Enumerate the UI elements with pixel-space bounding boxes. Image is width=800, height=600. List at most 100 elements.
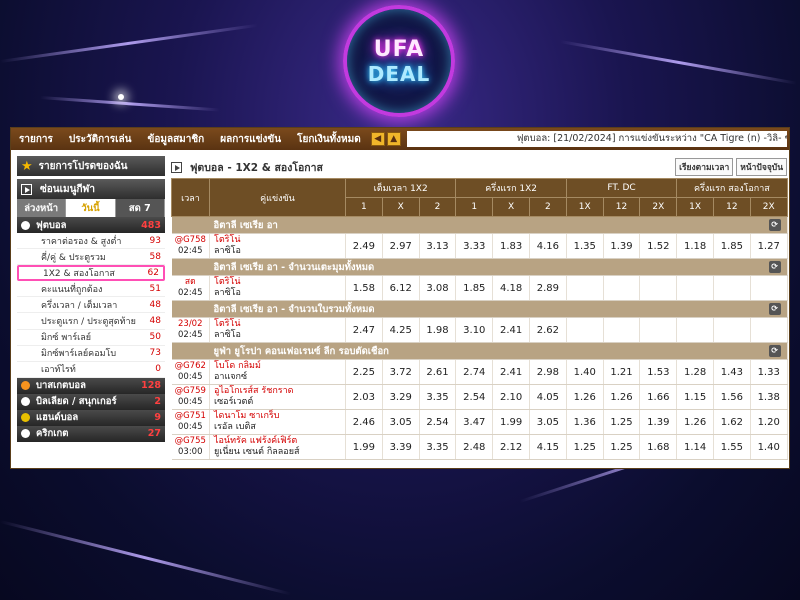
tab-today[interactable]: วันนี้ bbox=[66, 199, 116, 217]
odds-cell[interactable]: 1.62 bbox=[713, 409, 751, 435]
odds-cell[interactable]: 1.25 bbox=[603, 409, 641, 435]
odds-cell[interactable]: 2.74 bbox=[455, 359, 494, 385]
away-team[interactable]: เซอร์เวตต์ bbox=[214, 397, 345, 408]
odds-cell[interactable]: 1.52 bbox=[639, 233, 678, 259]
odds-cell[interactable]: 1.99 bbox=[492, 409, 530, 435]
odds-cell[interactable]: 2.61 bbox=[419, 359, 457, 385]
sidebar-sub-item[interactable]: ครึ่งเวลา / เต็มเวลา 48 bbox=[17, 297, 165, 314]
odds-cell[interactable]: 1.25 bbox=[566, 434, 604, 460]
odds-cell[interactable]: 1.21 bbox=[603, 359, 641, 385]
odds-cell[interactable]: 3.39 bbox=[382, 434, 420, 460]
odds-cell[interactable]: 1.40 bbox=[750, 434, 788, 460]
odds-cell[interactable]: 1.56 bbox=[713, 384, 751, 410]
odds-cell[interactable]: 1.35 bbox=[566, 233, 604, 259]
odds-cell[interactable]: 1.26 bbox=[603, 384, 641, 410]
odds-cell[interactable]: 1.14 bbox=[676, 434, 714, 460]
odds-cell[interactable]: 3.29 bbox=[382, 384, 420, 410]
odds-cell[interactable]: 1.58 bbox=[345, 275, 383, 301]
odds-cell[interactable]: 2.12 bbox=[492, 434, 530, 460]
sidebar-sub-item[interactable]: คะแนนที่ถูกต้อง 51 bbox=[17, 281, 165, 298]
odds-cell[interactable]: 1.39 bbox=[603, 233, 641, 259]
arrow-up-icon[interactable]: ▲ bbox=[386, 132, 401, 146]
home-team[interactable]: โตริโน่ bbox=[214, 235, 345, 246]
home-team[interactable]: โตริโน่ bbox=[214, 277, 345, 288]
odds-cell[interactable]: 1.25 bbox=[603, 434, 641, 460]
odds-cell[interactable]: 1.98 bbox=[419, 317, 457, 343]
favorites-button[interactable]: ★ รายการโปรดของฉัน bbox=[17, 156, 165, 176]
tab-early[interactable]: ล่วงหน้า bbox=[17, 199, 67, 217]
odds-cell[interactable]: 2.41 bbox=[492, 317, 530, 343]
odds-cell[interactable]: 4.18 bbox=[492, 275, 530, 301]
odds-cell[interactable]: 1.38 bbox=[750, 384, 788, 410]
sidebar-sub-item[interactable]: มิกซ์พาร์เลย์คอมโบ 73 bbox=[17, 346, 165, 362]
nav-member-info[interactable]: ข้อมูลสมาชิก bbox=[140, 132, 213, 147]
odds-cell[interactable]: 3.10 bbox=[455, 317, 494, 343]
refresh-icon[interactable]: ⟳ bbox=[768, 345, 781, 357]
odds-cell[interactable]: 2.25 bbox=[345, 359, 383, 385]
odds-cell[interactable]: 4.16 bbox=[529, 233, 567, 259]
home-team[interactable]: ไดนาโม ซาเกร็บ bbox=[214, 411, 345, 422]
odds-cell[interactable]: 1.26 bbox=[566, 384, 604, 410]
odds-cell[interactable]: 2.97 bbox=[382, 233, 420, 259]
odds-cell[interactable]: 2.10 bbox=[492, 384, 530, 410]
sidebar-item-cricket[interactable]: คริกเกต 27 bbox=[17, 425, 165, 442]
odds-cell[interactable]: 1.26 bbox=[676, 409, 714, 435]
odds-cell[interactable]: 1.33 bbox=[750, 359, 788, 385]
home-team[interactable]: อูไอโกเรส์ส รัชกราด bbox=[214, 386, 345, 397]
away-team[interactable]: ลาซิโอ bbox=[214, 288, 345, 299]
odds-cell[interactable]: 2.46 bbox=[345, 409, 383, 435]
odds-cell[interactable]: 4.25 bbox=[382, 317, 420, 343]
nav-results[interactable]: ผลการแข่งขัน bbox=[212, 132, 289, 147]
odds-cell[interactable]: 3.35 bbox=[419, 434, 457, 460]
nav-bets-list[interactable]: รายการ bbox=[11, 132, 61, 147]
odds-cell[interactable]: 3.33 bbox=[455, 233, 494, 259]
odds-cell[interactable]: 1.20 bbox=[750, 409, 788, 435]
home-team[interactable]: ไอน์ทรัค แฟร้งค์เฟิร์ต bbox=[214, 436, 345, 447]
odds-cell[interactable]: 1.39 bbox=[639, 409, 678, 435]
odds-cell[interactable]: 2.89 bbox=[529, 275, 567, 301]
odds-cell[interactable]: 2.54 bbox=[455, 384, 494, 410]
sidebar-sub-item[interactable]: ประตูแรก / ประตูสุดท้าย 48 bbox=[17, 313, 165, 330]
sidebar-item-handball[interactable]: แฮนด์บอล 9 bbox=[17, 409, 165, 426]
odds-cell[interactable]: 1.83 bbox=[492, 233, 530, 259]
tab-live[interactable]: สด 7 bbox=[115, 199, 165, 217]
away-team[interactable]: อาแจกซ์ bbox=[214, 372, 345, 383]
odds-cell[interactable]: 1.36 bbox=[566, 409, 604, 435]
odds-cell[interactable]: 1.18 bbox=[676, 233, 714, 259]
odds-cell[interactable]: 6.12 bbox=[382, 275, 420, 301]
refresh-icon[interactable]: ⟳ bbox=[768, 303, 781, 315]
sidebar-item-basketball[interactable]: บาสเกตบอล 128 bbox=[17, 377, 165, 394]
odds-cell[interactable]: 1.99 bbox=[345, 434, 383, 460]
odds-cell[interactable]: 1.68 bbox=[639, 434, 678, 460]
sidebar-sub-item[interactable]: มิกซ์ พาร์เลย์ 50 bbox=[17, 330, 165, 346]
odds-cell[interactable]: 1.27 bbox=[750, 233, 788, 259]
odds-cell[interactable]: 3.05 bbox=[382, 409, 420, 435]
odds-cell[interactable]: 1.53 bbox=[639, 359, 678, 385]
odds-cell[interactable]: 2.41 bbox=[492, 359, 530, 385]
odds-cell[interactable]: 1.40 bbox=[566, 359, 604, 385]
odds-cell[interactable]: 2.49 bbox=[345, 233, 383, 259]
odds-cell[interactable]: 4.15 bbox=[529, 434, 567, 460]
nav-bet-history[interactable]: ประวัติการเล่น bbox=[61, 132, 140, 147]
odds-cell[interactable]: 3.35 bbox=[419, 384, 457, 410]
odds-cell[interactable]: 1.55 bbox=[713, 434, 751, 460]
odds-cell[interactable]: 1.15 bbox=[676, 384, 714, 410]
odds-cell[interactable]: 2.48 bbox=[455, 434, 494, 460]
arrow-left-icon[interactable]: ◀ bbox=[370, 132, 385, 146]
sort-by-time-button[interactable]: เรียงตามเวลา bbox=[675, 158, 734, 176]
nav-transfer-all[interactable]: โยกเงินทั้งหมด bbox=[289, 132, 369, 147]
brand-logo[interactable]: UFA DEAL bbox=[343, 5, 455, 117]
sidebar-sub-item[interactable]: คี่/คู่ & ประตูรวม 58 bbox=[17, 249, 165, 266]
sidebar-sub-item[interactable]: ราคาต่อรอง & สูงต่ำ 93 bbox=[17, 233, 165, 250]
odds-cell[interactable]: 2.54 bbox=[419, 409, 457, 435]
away-team[interactable]: เรอัล เบติส bbox=[214, 422, 345, 433]
odds-cell[interactable]: 2.62 bbox=[529, 317, 567, 343]
sidebar-sub-item-selected[interactable]: 1X2 & สองโอกาส 62 bbox=[17, 265, 165, 282]
sidebar-sub-item[interactable]: เอาท์ไรท์ 0 bbox=[17, 362, 165, 378]
odds-cell[interactable]: 2.47 bbox=[345, 317, 383, 343]
away-team[interactable]: ลาซิโอ bbox=[214, 246, 345, 257]
odds-cell[interactable]: 1.28 bbox=[676, 359, 714, 385]
odds-cell[interactable]: 3.05 bbox=[529, 409, 567, 435]
odds-cell[interactable]: 1.43 bbox=[713, 359, 751, 385]
home-team[interactable]: โบโด กลิมม์ bbox=[214, 361, 345, 372]
